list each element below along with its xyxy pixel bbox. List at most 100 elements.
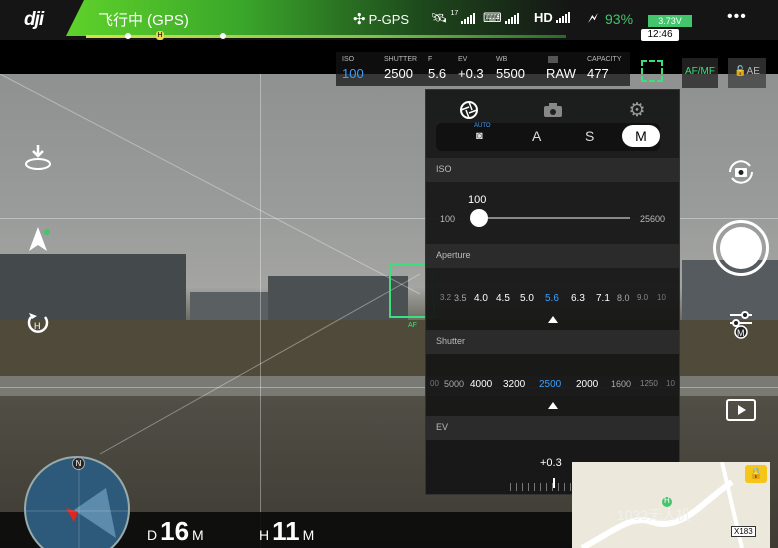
wb-value: 5500 bbox=[496, 66, 525, 81]
iso-value: 100 bbox=[342, 66, 364, 81]
battery-icon: 🗲 bbox=[588, 10, 598, 27]
home-marker-icon: H bbox=[156, 31, 164, 40]
aperture-section-header: Aperture bbox=[426, 244, 679, 268]
shutter-button[interactable] bbox=[713, 220, 769, 276]
aperture-option[interactable]: 4.0 bbox=[474, 293, 488, 304]
attitude-radar[interactable]: N bbox=[24, 456, 130, 548]
hd-label: HD bbox=[534, 10, 553, 25]
shutter-section-header: Shutter bbox=[426, 330, 679, 354]
shutter-option[interactable]: 3200 bbox=[503, 379, 525, 390]
focus-mode-icon[interactable] bbox=[641, 60, 663, 82]
battery-voltage: 3.73V bbox=[648, 15, 692, 27]
shutter-option[interactable]: 5000 bbox=[444, 379, 464, 389]
aperture-value: 5.6 bbox=[428, 66, 447, 81]
camera-settings-button[interactable]: M bbox=[724, 309, 758, 339]
return-home-icon: H bbox=[27, 313, 49, 333]
iso-min: 100 bbox=[440, 214, 456, 224]
format-value: RAW bbox=[546, 66, 576, 81]
aperture-option-selected[interactable]: 5.6 bbox=[545, 293, 559, 304]
road-label: X183 bbox=[731, 526, 756, 537]
aperture-option[interactable]: 7.1 bbox=[596, 293, 610, 304]
distance-readout: D 16 M bbox=[144, 516, 207, 547]
intelligent-flight-mode-button[interactable] bbox=[22, 223, 54, 255]
svg-text:M: M bbox=[737, 328, 745, 338]
camera-params-bar[interactable]: ISO 100 SHUTTER 2500 F 5.6 EV +0.3 WB 55… bbox=[336, 52, 630, 86]
mode-a[interactable]: A bbox=[532, 128, 541, 144]
home-point-label: H bbox=[664, 496, 670, 505]
ev-current-value: +0.3 bbox=[540, 457, 562, 469]
satellite-icon: 🛰 bbox=[431, 10, 448, 25]
satellite-count: 17 bbox=[450, 9, 459, 17]
signal-bars-icon bbox=[504, 12, 519, 24]
distance-unit: M bbox=[192, 527, 204, 543]
aperture-option[interactable]: 4.5 bbox=[496, 293, 510, 304]
aperture-icon bbox=[460, 101, 478, 119]
shutter-option[interactable]: 1250 bbox=[640, 379, 658, 388]
satellite-status[interactable]: 🛰 17 bbox=[431, 9, 476, 26]
battery-percent: 93% bbox=[605, 10, 634, 27]
remote-controller-signal[interactable]: ⌨ bbox=[483, 10, 519, 26]
hd-video-signal[interactable]: HD bbox=[534, 10, 570, 25]
navigation-arrow-icon bbox=[29, 227, 50, 251]
aperture-option[interactable]: 5.0 bbox=[520, 293, 534, 304]
return-to-home-button[interactable]: H bbox=[22, 306, 54, 338]
iso-slider-track[interactable] bbox=[480, 217, 630, 219]
ev-label: EV bbox=[458, 56, 468, 63]
top-status-bar: dji 飞行中 (GPS) ✣ P-GPS 🛰 17 ⌨ HD 🗲 93% 3.… bbox=[0, 0, 778, 41]
track-marker bbox=[220, 33, 226, 39]
tab-photo-settings[interactable] bbox=[540, 98, 566, 122]
iso-label: ISO bbox=[342, 56, 355, 63]
shutter-option[interactable]: 00 bbox=[430, 379, 439, 388]
camera-switch-button[interactable] bbox=[724, 157, 758, 187]
aperture-option[interactable]: 9.0 bbox=[637, 293, 648, 302]
ae-label: AE bbox=[746, 66, 760, 77]
ae-lock-button[interactable]: 🔓AE bbox=[728, 58, 766, 88]
aperture-option[interactable]: 6.3 bbox=[571, 293, 585, 304]
af-mf-toggle[interactable]: AF/MF bbox=[682, 58, 718, 88]
shutter-inner bbox=[720, 227, 762, 269]
landing-icon bbox=[25, 145, 51, 170]
af-box-label: AF bbox=[408, 322, 417, 329]
map-lock-icon[interactable]: 🔒 bbox=[745, 465, 767, 483]
play-icon bbox=[726, 399, 756, 421]
track-marker bbox=[125, 33, 131, 39]
mode-m-selected[interactable]: M bbox=[622, 125, 660, 147]
gps-mode-label: P-GPS bbox=[368, 11, 410, 27]
shutter-value: 2500 bbox=[384, 66, 413, 81]
dji-logo[interactable]: dji bbox=[24, 9, 44, 31]
ev-section-header: EV bbox=[426, 416, 679, 440]
height-readout: H 11 M bbox=[256, 516, 317, 547]
exposure-mode-selector: AUTO ◙ A S M bbox=[436, 123, 660, 151]
aperture-option[interactable]: 3.2 bbox=[440, 293, 451, 302]
tab-camera-exposure[interactable] bbox=[456, 98, 482, 122]
shutter-option[interactable]: 2000 bbox=[576, 379, 598, 390]
playback-button[interactable] bbox=[724, 395, 758, 425]
camera-icon bbox=[544, 103, 562, 117]
aperture-option[interactable]: 8.0 bbox=[617, 293, 630, 303]
remote-controller-icon: ⌨ bbox=[483, 10, 502, 25]
battery-status[interactable]: 🗲 93% bbox=[588, 10, 633, 27]
aperture-option[interactable]: 3.5 bbox=[454, 293, 467, 303]
more-menu-button[interactable]: ••• bbox=[727, 8, 747, 26]
shutter-option[interactable]: 10 bbox=[666, 379, 675, 388]
shutter-option-selected[interactable]: 2500 bbox=[539, 379, 561, 390]
flight-mode-status[interactable]: 飞行中 (GPS) bbox=[98, 9, 189, 30]
signal-bars-icon bbox=[461, 12, 476, 24]
drone-icon: ✣ bbox=[353, 11, 366, 28]
iso-max: 25600 bbox=[640, 214, 666, 224]
gps-mode[interactable]: ✣ P-GPS bbox=[353, 10, 409, 28]
auto-mode-camera-icon[interactable]: ◙ bbox=[476, 130, 483, 142]
dji-go-camera-view: { "top_bar": { "logo": "dji", "flight_mo… bbox=[0, 0, 778, 548]
iso-slider-thumb[interactable] bbox=[470, 209, 488, 227]
auto-takeoff-land-button[interactable] bbox=[22, 140, 54, 172]
aperture-option[interactable]: 10 bbox=[657, 293, 666, 302]
shutter-option[interactable]: 4000 bbox=[470, 379, 492, 390]
tab-general-settings[interactable]: ⚙ bbox=[624, 98, 650, 122]
mode-s[interactable]: S bbox=[585, 128, 594, 144]
shutter-indicator-icon bbox=[548, 402, 558, 409]
capacity-value: 477 bbox=[587, 66, 609, 81]
height-unit: M bbox=[302, 527, 315, 543]
lock-icon: 🔓 bbox=[734, 66, 747, 77]
settings-sliders-icon: M bbox=[730, 311, 752, 339]
shutter-option[interactable]: 1600 bbox=[611, 379, 631, 389]
